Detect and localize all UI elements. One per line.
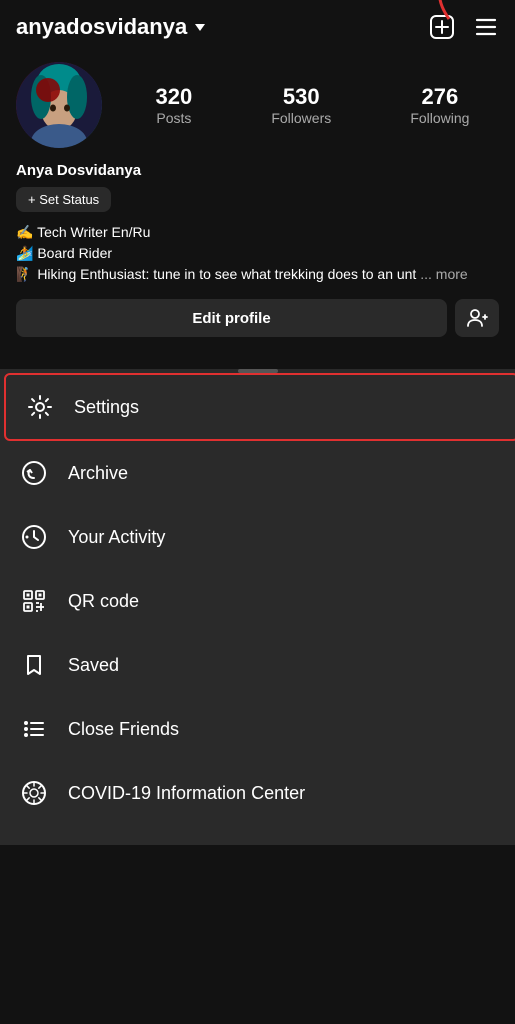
- bio-line-3: 🧗 Hiking Enthusiast: tune in to see what…: [16, 266, 416, 282]
- header-icons: [429, 14, 499, 40]
- your-activity-label: Your Activity: [68, 527, 165, 548]
- stat-posts[interactable]: 320 Posts: [156, 84, 193, 126]
- info-icon: [20, 779, 48, 807]
- qr-code-label: QR code: [68, 591, 139, 612]
- bio: ✍️ Tech Writer En/Ru 🏄 Board Rider 🧗 Hik…: [16, 222, 499, 285]
- avatar[interactable]: [16, 62, 102, 148]
- list-icon: [20, 715, 48, 743]
- chevron-down-icon[interactable]: [195, 24, 205, 31]
- menu-item-qr-code[interactable]: QR code: [0, 569, 515, 633]
- followers-label: Followers: [271, 110, 331, 126]
- gear-icon: [26, 393, 54, 421]
- archive-label: Archive: [68, 463, 128, 484]
- covid-label: COVID-19 Information Center: [68, 783, 305, 804]
- saved-label: Saved: [68, 655, 119, 676]
- menu-sheet: Settings Archive Your Activity: [0, 369, 515, 845]
- menu-button[interactable]: [473, 14, 499, 40]
- create-button[interactable]: [429, 14, 455, 40]
- posts-count: 320: [156, 84, 193, 110]
- menu-item-covid[interactable]: COVID-19 Information Center: [0, 761, 515, 825]
- bio-more[interactable]: ... more: [420, 266, 467, 282]
- bookmark-icon: [20, 651, 48, 679]
- action-row: Edit profile: [16, 299, 499, 337]
- stat-followers[interactable]: 530 Followers: [271, 84, 331, 126]
- bio-line-1: ✍️ Tech Writer En/Ru: [16, 224, 150, 240]
- menu-item-close-friends[interactable]: Close Friends: [0, 697, 515, 761]
- following-count: 276: [422, 84, 459, 110]
- bio-line-2: 🏄 Board Rider: [16, 245, 112, 261]
- stat-following[interactable]: 276 Following: [410, 84, 469, 126]
- archive-icon: [20, 459, 48, 487]
- header-left: anyadosvidanya: [16, 14, 205, 40]
- add-user-button[interactable]: [455, 299, 499, 337]
- username-label: anyadosvidanya: [16, 14, 187, 40]
- stats-row: 320 Posts 530 Followers 276 Following: [126, 84, 499, 126]
- menu-item-your-activity[interactable]: Your Activity: [0, 505, 515, 569]
- profile-row: 320 Posts 530 Followers 276 Following: [16, 62, 499, 148]
- header: anyadosvidanya: [0, 0, 515, 50]
- settings-label: Settings: [74, 397, 139, 418]
- posts-label: Posts: [156, 110, 191, 126]
- menu-item-archive[interactable]: Archive: [0, 441, 515, 505]
- annotation-container: [473, 14, 499, 40]
- close-friends-label: Close Friends: [68, 719, 179, 740]
- qr-icon: [20, 587, 48, 615]
- display-name: Anya Dosvidanya: [16, 162, 499, 179]
- following-label: Following: [410, 110, 469, 126]
- menu-item-settings[interactable]: Settings: [4, 373, 515, 441]
- profile-section: 320 Posts 530 Followers 276 Following An…: [0, 50, 515, 361]
- set-status-label: + Set Status: [28, 192, 99, 207]
- activity-icon: [20, 523, 48, 551]
- edit-profile-button[interactable]: Edit profile: [16, 299, 447, 337]
- followers-count: 530: [283, 84, 320, 110]
- set-status-button[interactable]: + Set Status: [16, 187, 111, 212]
- menu-item-saved[interactable]: Saved: [0, 633, 515, 697]
